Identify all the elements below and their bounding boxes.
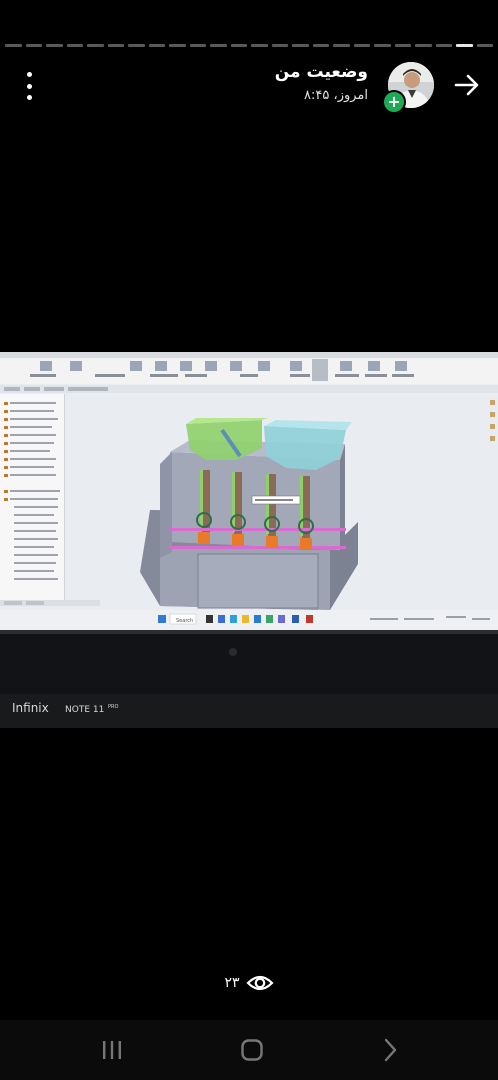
views-indicator[interactable]: ۲۳ [0, 972, 498, 994]
progress-segment [333, 44, 350, 47]
progress-segment [394, 44, 411, 47]
chevron-back-icon [384, 1038, 397, 1062]
recents-button[interactable] [92, 1034, 132, 1066]
progress-segment [107, 44, 124, 47]
system-navigation-bar [0, 1020, 498, 1080]
progress-segment [25, 44, 42, 47]
more-options-button[interactable] [20, 72, 38, 100]
arrow-right-icon [454, 74, 479, 96]
cad-screen-photo: Search Infinix NOTE 11 PRO [0, 352, 498, 728]
plus-icon: + [387, 92, 401, 111]
back-button[interactable] [452, 70, 482, 100]
status-header: وضعیت من امروز، ۸:۴۵ + [0, 58, 498, 114]
status-progress [5, 44, 493, 47]
phone-brand-watermark: Infinix [12, 701, 49, 715]
taskbar-search-label: Search [176, 618, 193, 624]
status-title: وضعیت من [274, 62, 368, 82]
progress-segment [169, 44, 186, 47]
phone-model-watermark: NOTE 11 [65, 705, 104, 715]
progress-segment-current [456, 44, 473, 47]
progress-segment [435, 44, 452, 47]
progress-segment [476, 44, 493, 47]
progress-segment [271, 44, 288, 47]
nav-back-button[interactable] [370, 1034, 410, 1066]
progress-segment [312, 44, 329, 47]
progress-segment [353, 44, 370, 47]
progress-segment [415, 44, 432, 47]
view-count: ۲۳ [224, 975, 240, 991]
home-icon [241, 1039, 263, 1061]
progress-segment [87, 44, 104, 47]
progress-segment [210, 44, 227, 47]
progress-segment [66, 44, 83, 47]
progress-segment [46, 44, 63, 47]
status-title-block: وضعیت من امروز، ۸:۴۵ [275, 62, 368, 103]
add-status-button[interactable]: + [382, 90, 406, 114]
progress-segment [128, 44, 145, 47]
progress-segment [148, 44, 165, 47]
home-button[interactable] [232, 1034, 272, 1066]
progress-segment [189, 44, 206, 47]
progress-segment [5, 44, 22, 47]
phone-model-suffix: PRO [108, 704, 118, 710]
progress-segment [374, 44, 391, 47]
recents-icon [103, 1041, 121, 1059]
progress-segment [251, 44, 268, 47]
eye-icon [245, 975, 274, 991]
progress-segment [230, 44, 247, 47]
progress-segment [292, 44, 309, 47]
more-vertical-icon [26, 72, 32, 77]
status-time: امروز، ۸:۴۵ [304, 88, 368, 103]
status-photo[interactable]: Search Infinix NOTE 11 PRO [0, 352, 498, 728]
